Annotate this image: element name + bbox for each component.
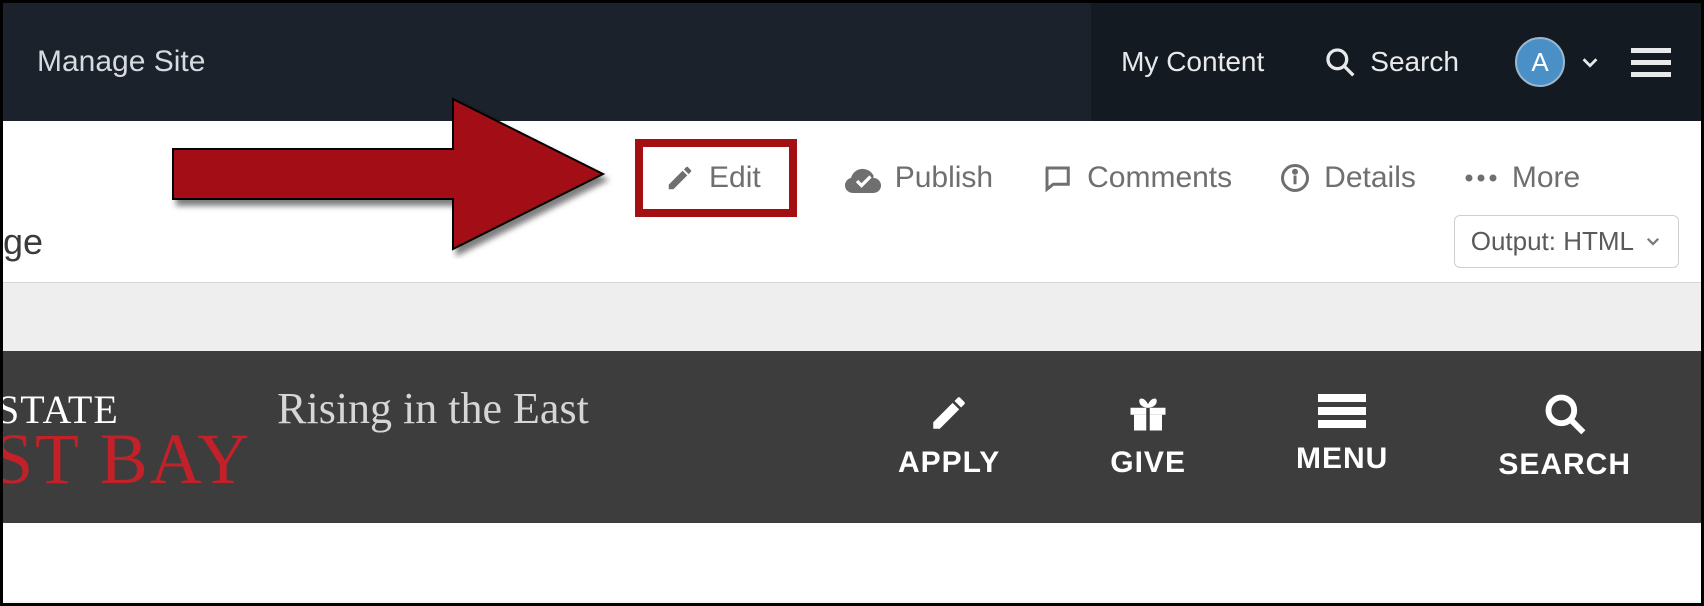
site-nav-search[interactable]: SEARCH	[1498, 392, 1631, 482]
details-label: Details	[1324, 161, 1416, 195]
apply-label: APPLY	[898, 446, 1000, 480]
details-button[interactable]: Details	[1280, 161, 1416, 195]
pencil-icon	[928, 392, 970, 434]
comments-button[interactable]: Comments	[1041, 161, 1232, 195]
cloud-check-icon	[845, 163, 881, 193]
search-icon	[1543, 392, 1587, 436]
preview-body	[3, 523, 1701, 601]
cms-search-label: Search	[1370, 46, 1459, 78]
edit-label: Edit	[709, 161, 761, 195]
my-content-link[interactable]: My Content	[1091, 3, 1294, 121]
edit-button[interactable]: Edit	[635, 139, 797, 217]
user-menu[interactable]: A	[1489, 3, 1621, 121]
publish-button[interactable]: Publish	[845, 161, 993, 195]
manage-site-link[interactable]: Manage Site	[3, 45, 205, 79]
brand-line2: ST BAY	[0, 429, 251, 490]
info-icon	[1280, 163, 1310, 193]
my-content-label: My Content	[1121, 46, 1264, 78]
brand-tagline: Rising in the East	[277, 383, 589, 434]
output-dropdown[interactable]: Output: HTML	[1454, 215, 1679, 268]
give-label: GIVE	[1110, 446, 1186, 480]
menu-label: MENU	[1296, 442, 1388, 476]
publish-label: Publish	[895, 161, 993, 195]
site-nav-apply[interactable]: APPLY	[898, 392, 1000, 482]
ellipsis-icon	[1464, 172, 1498, 184]
avatar: A	[1515, 37, 1565, 87]
hamburger-icon	[1631, 46, 1671, 78]
cms-search-button[interactable]: Search	[1294, 3, 1489, 121]
avatar-initial: A	[1531, 47, 1548, 78]
comment-icon	[1041, 163, 1073, 193]
search-label: SEARCH	[1498, 448, 1631, 482]
hamburger-icon	[1318, 392, 1366, 430]
output-label: Output: HTML	[1471, 226, 1634, 257]
site-banner: STATE ST BAY Rising in the East APPLY	[3, 351, 1701, 523]
cms-top-bar: Manage Site My Content Search A	[3, 3, 1701, 121]
page-title-fragment: ge	[3, 221, 43, 263]
comments-label: Comments	[1087, 161, 1232, 195]
search-icon	[1324, 46, 1356, 78]
page-action-bar: Edit Publish Comments	[3, 121, 1701, 283]
gift-icon	[1125, 392, 1171, 434]
chevron-down-icon	[1579, 51, 1601, 73]
main-menu-button[interactable]	[1621, 3, 1701, 121]
site-brand[interactable]: STATE ST BAY Rising in the East	[0, 383, 589, 490]
pencil-icon	[665, 163, 695, 193]
site-nav-menu[interactable]: MENU	[1296, 392, 1388, 482]
chevron-down-icon	[1644, 226, 1662, 257]
more-button[interactable]: More	[1464, 161, 1580, 195]
preview-spacer	[3, 283, 1701, 351]
site-nav-give[interactable]: GIVE	[1110, 392, 1186, 482]
more-label: More	[1512, 161, 1580, 195]
